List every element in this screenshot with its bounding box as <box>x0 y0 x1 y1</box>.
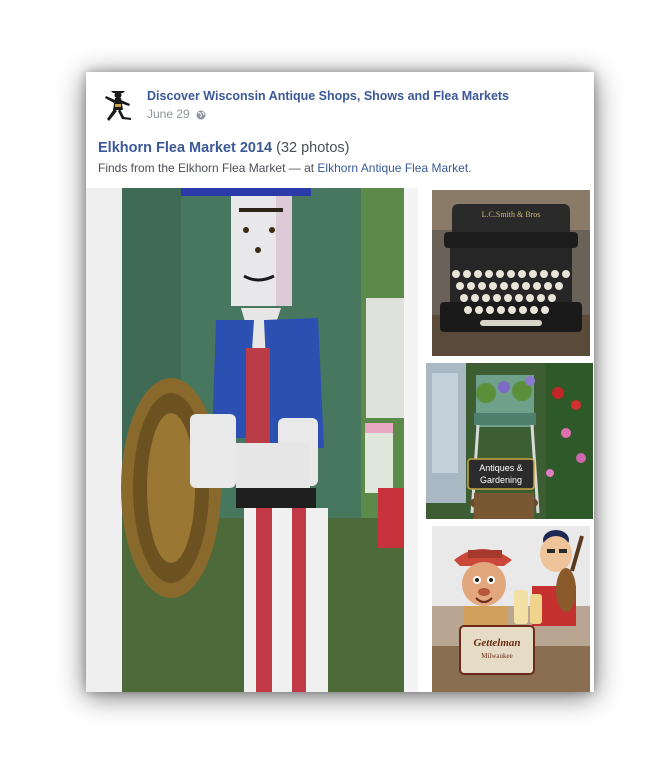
album-name-link[interactable]: Elkhorn Flea Market 2014 <box>98 140 272 156</box>
bottle-sub: Milwaukee <box>481 652 513 660</box>
caption-period: . <box>468 161 472 175</box>
photo-antiques-gardening[interactable]: Antiques & Gardening <box>426 363 593 519</box>
photo-typewriter[interactable]: L.C.Smith & Bros <box>432 190 590 356</box>
photo-vintage-advertising[interactable]: Gettelman Milwaukee <box>432 526 590 692</box>
post-meta: June 29 <box>147 107 206 121</box>
photo-uncle-sam-figure[interactable] <box>86 188 418 692</box>
location-link[interactable]: Elkhorn Antique Flea Market <box>317 161 468 175</box>
caption-text: Finds from the Elkhorn Flea Market — at <box>98 161 318 175</box>
post-date[interactable]: June 29 <box>147 107 190 121</box>
album-title: Elkhorn Flea Market 2014 (32 photos) <box>98 140 349 156</box>
photo-count: (32 photos) <box>276 140 350 156</box>
globe-icon <box>196 109 206 120</box>
typewriter-brand: L.C.Smith & Bros <box>482 210 541 219</box>
dancing-figure-icon <box>98 86 138 126</box>
album-caption: Finds from the Elkhorn Flea Market — at … <box>98 161 472 175</box>
post-card: Discover Wisconsin Antique Shops, Shows … <box>86 72 594 692</box>
sign-line-1: Antiques & <box>479 463 523 473</box>
sign-line-2: Gardening <box>480 475 522 485</box>
bottle-brand: Gettelman <box>473 637 520 649</box>
photo-grid: L.C.Smith & Bros Antiques & Gardening Ge… <box>86 188 594 692</box>
page-name-link[interactable]: Discover Wisconsin Antique Shops, Shows … <box>147 89 509 103</box>
page-avatar[interactable] <box>98 86 138 126</box>
